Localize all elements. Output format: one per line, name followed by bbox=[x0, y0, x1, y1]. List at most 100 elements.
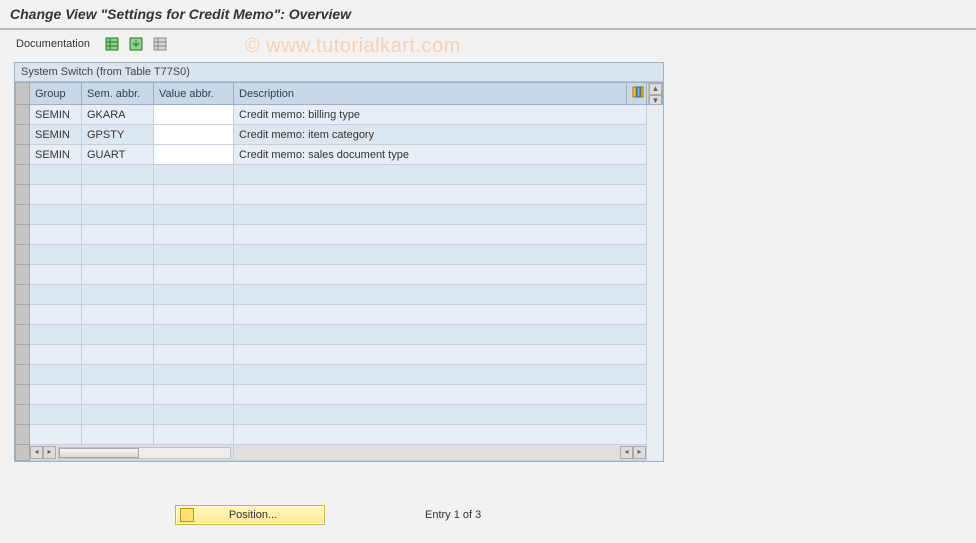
row-selector[interactable] bbox=[16, 305, 30, 325]
cell-group[interactable] bbox=[30, 345, 82, 365]
cell-description[interactable] bbox=[234, 165, 647, 185]
cell-value-abbr[interactable] bbox=[154, 145, 234, 165]
row-selector[interactable] bbox=[16, 325, 30, 345]
row-selector[interactable] bbox=[16, 285, 30, 305]
cell-group[interactable]: SEMIN bbox=[30, 105, 82, 125]
cell-value-abbr[interactable] bbox=[154, 125, 234, 145]
cell-value-abbr[interactable] bbox=[154, 385, 234, 405]
cell-sem-abbr[interactable] bbox=[82, 425, 154, 445]
cell-description[interactable] bbox=[234, 405, 647, 425]
row-selector[interactable] bbox=[16, 105, 30, 125]
cell-value-abbr[interactable] bbox=[154, 365, 234, 385]
cell-group[interactable] bbox=[30, 165, 82, 185]
cell-sem-abbr[interactable]: GPSTY bbox=[82, 125, 154, 145]
cell-group[interactable] bbox=[30, 245, 82, 265]
cell-sem-abbr[interactable] bbox=[82, 365, 154, 385]
row-selector[interactable] bbox=[16, 165, 30, 185]
cell-group[interactable] bbox=[30, 205, 82, 225]
col-description[interactable]: Description bbox=[234, 83, 627, 105]
cell-description[interactable] bbox=[234, 225, 647, 245]
cell-sem-abbr[interactable] bbox=[82, 165, 154, 185]
cell-sem-abbr[interactable] bbox=[82, 245, 154, 265]
cell-group[interactable] bbox=[30, 365, 82, 385]
cell-sem-abbr[interactable] bbox=[82, 205, 154, 225]
cell-description[interactable]: Credit memo: sales document type bbox=[234, 145, 647, 165]
cell-sem-abbr[interactable] bbox=[82, 265, 154, 285]
row-selector[interactable] bbox=[16, 125, 30, 145]
vertical-scrollbar[interactable]: ▲ ▼ bbox=[648, 83, 662, 104]
cell-description[interactable] bbox=[234, 265, 647, 285]
hscroll-right-end-icon[interactable]: ▸ bbox=[633, 446, 646, 459]
scroll-down-icon[interactable]: ▼ bbox=[649, 95, 662, 105]
col-value-abbr[interactable]: Value abbr. bbox=[154, 83, 234, 105]
row-selector[interactable] bbox=[16, 365, 30, 385]
hscroll-track-left[interactable] bbox=[58, 447, 231, 459]
col-sem-abbr[interactable]: Sem. abbr. bbox=[82, 83, 154, 105]
row-selector[interactable] bbox=[16, 205, 30, 225]
row-selector[interactable] bbox=[16, 345, 30, 365]
cell-value-abbr[interactable] bbox=[154, 405, 234, 425]
cell-group[interactable] bbox=[30, 265, 82, 285]
row-selector[interactable] bbox=[16, 265, 30, 285]
cell-value-abbr[interactable] bbox=[154, 265, 234, 285]
cell-group[interactable] bbox=[30, 425, 82, 445]
cell-description[interactable]: Credit memo: billing type bbox=[234, 105, 647, 125]
cell-description[interactable] bbox=[234, 425, 647, 445]
cell-sem-abbr[interactable] bbox=[82, 325, 154, 345]
row-selector[interactable] bbox=[16, 385, 30, 405]
cell-value-abbr[interactable] bbox=[154, 165, 234, 185]
cell-group[interactable] bbox=[30, 225, 82, 245]
cell-group[interactable] bbox=[30, 185, 82, 205]
cell-value-abbr[interactable] bbox=[154, 185, 234, 205]
cell-sem-abbr[interactable] bbox=[82, 185, 154, 205]
cell-description[interactable] bbox=[234, 365, 647, 385]
hscroll-left-end-icon[interactable]: ▸ bbox=[43, 446, 56, 459]
row-selector[interactable] bbox=[16, 145, 30, 165]
cell-description[interactable] bbox=[234, 245, 647, 265]
select-all-rows[interactable] bbox=[16, 83, 30, 105]
table-view-icon[interactable] bbox=[104, 36, 120, 52]
position-button[interactable]: Position... bbox=[175, 505, 325, 525]
cell-value-abbr[interactable] bbox=[154, 285, 234, 305]
cell-description[interactable] bbox=[234, 305, 647, 325]
cell-value-abbr[interactable] bbox=[154, 345, 234, 365]
cell-group[interactable]: SEMIN bbox=[30, 145, 82, 165]
cell-sem-abbr[interactable] bbox=[82, 285, 154, 305]
cell-description[interactable] bbox=[234, 285, 647, 305]
cell-sem-abbr[interactable] bbox=[82, 345, 154, 365]
cell-description[interactable]: Credit memo: item category bbox=[234, 125, 647, 145]
cell-description[interactable] bbox=[234, 205, 647, 225]
cell-group[interactable]: SEMIN bbox=[30, 125, 82, 145]
row-selector[interactable] bbox=[16, 405, 30, 425]
cell-sem-abbr[interactable]: GKARA bbox=[82, 105, 154, 125]
hscroll-thumb-left[interactable] bbox=[59, 448, 139, 458]
cell-group[interactable] bbox=[30, 325, 82, 345]
row-selector[interactable] bbox=[16, 245, 30, 265]
cell-value-abbr[interactable] bbox=[154, 105, 234, 125]
cell-value-abbr[interactable] bbox=[154, 325, 234, 345]
col-group[interactable]: Group bbox=[30, 83, 82, 105]
row-selector[interactable] bbox=[16, 425, 30, 445]
cell-sem-abbr[interactable] bbox=[82, 225, 154, 245]
cell-value-abbr[interactable] bbox=[154, 225, 234, 245]
cell-sem-abbr[interactable]: GUART bbox=[82, 145, 154, 165]
cell-description[interactable] bbox=[234, 325, 647, 345]
cell-sem-abbr[interactable] bbox=[82, 385, 154, 405]
table-settings-button[interactable] bbox=[627, 83, 647, 105]
hscroll-right-start-icon[interactable]: ◂ bbox=[620, 446, 633, 459]
scroll-up-icon[interactable]: ▲ bbox=[649, 83, 662, 95]
cell-group[interactable] bbox=[30, 285, 82, 305]
documentation-button[interactable]: Documentation bbox=[10, 36, 96, 52]
cell-value-abbr[interactable] bbox=[154, 205, 234, 225]
cell-description[interactable] bbox=[234, 345, 647, 365]
cell-sem-abbr[interactable] bbox=[82, 405, 154, 425]
cell-value-abbr[interactable] bbox=[154, 425, 234, 445]
table-export-icon[interactable] bbox=[128, 36, 144, 52]
cell-group[interactable] bbox=[30, 305, 82, 325]
cell-sem-abbr[interactable] bbox=[82, 305, 154, 325]
cell-value-abbr[interactable] bbox=[154, 245, 234, 265]
cell-group[interactable] bbox=[30, 385, 82, 405]
cell-group[interactable] bbox=[30, 405, 82, 425]
hscroll-left-start-icon[interactable]: ◂ bbox=[30, 446, 43, 459]
row-selector[interactable] bbox=[16, 225, 30, 245]
